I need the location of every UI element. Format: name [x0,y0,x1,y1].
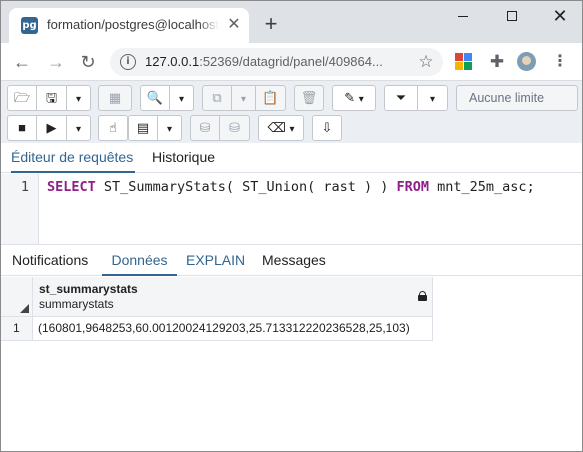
tab-history[interactable]: Historique [152,148,222,173]
result-grid: st_summarystats summarystats 1 (160801,9… [1,277,582,451]
window-close-button[interactable]: ✕ [545,5,575,27]
url-text[interactable]: 127.0.0.1:52369/datagrid/panel/409864... [145,54,403,69]
tab-notifications[interactable]: Notifications [12,251,94,276]
select-all-triangle-icon [20,304,29,313]
pgadmin-favicon-icon: pg [21,17,38,34]
tab-data[interactable]: Données [102,251,177,276]
tab-query-editor[interactable]: Éditeur de requêtes [11,148,135,173]
paste-icon[interactable]: 📋 [256,85,286,111]
find-dropdown-chevron-icon[interactable]: ▾ [170,85,194,111]
column-name: st_summarystats [39,282,138,296]
url-host: 127.0.0.1 [145,54,200,69]
filter-icon[interactable]: ⏷ [384,85,418,111]
explain-hand-icon[interactable]: ☝ [98,115,128,141]
edit-grid-icon[interactable]: ▦ [98,85,132,111]
edit-pencil-dropdown-icon[interactable]: ✎ ▾ [332,85,376,111]
browser-tab[interactable]: pg formation/postgres@localhost:54 ✕ [9,8,249,43]
navigation-bar: ← → ↻ i 127.0.0.1:52369/datagrid/panel/4… [1,43,582,81]
query-toolbar: 🗁 🖫 ▾ ▦ 🔍 ▾ ⧉ ▾ 📋 🗑 ✎ ▾ ⏷ ▾ Aucune limit… [1,81,582,143]
site-info-icon[interactable]: i [120,54,136,70]
table-cell[interactable]: (160801,9648253,60.00120024129203,25.713… [33,317,433,341]
column-type: summarystats [39,297,114,311]
address-bar[interactable]: i 127.0.0.1:52369/datagrid/panel/409864.… [110,48,443,76]
find-search-icon[interactable]: 🔍 [140,85,170,111]
sql-editor[interactable]: 1 SELECT ST_SummaryStats( ST_Union( rast… [1,174,582,244]
reload-icon[interactable]: ↻ [76,50,100,74]
row-limit-select[interactable]: Aucune limite [456,85,578,111]
lock-icon [418,291,427,301]
column-header[interactable]: st_summarystats summarystats [33,277,433,317]
clear-eraser-dropdown-icon[interactable]: ⌫ ▾ [258,115,304,141]
tab-close-icon[interactable]: ✕ [225,16,243,34]
delete-trash-icon[interactable]: 🗑 [294,85,324,111]
copy-dropdown-chevron-icon[interactable]: ▾ [232,85,256,111]
copy-icon[interactable]: ⧉ [202,85,232,111]
forward-arrow-icon[interactable]: → [44,50,68,74]
filter-dropdown-chevron-icon[interactable]: ▾ [418,85,448,111]
commit-database-icon[interactable]: ⛁ [190,115,220,141]
execute-dropdown-chevron-icon[interactable]: ▾ [67,115,91,141]
sql-keyword: FROM [396,179,430,195]
url-path: :52369/datagrid/panel/409864... [199,54,383,69]
editor-tabs: Éditeur de requêtes Historique [1,143,582,173]
stop-icon[interactable]: ■ [7,115,37,141]
line-gutter: 1 [1,174,39,244]
save-dropdown-chevron-icon[interactable]: ▾ [67,85,91,111]
extension-color-icon[interactable] [455,53,472,70]
sql-text: ST_SummaryStats( ST_Union( rast ) ) [95,179,397,195]
sql-text: mnt_25m_asc; [429,179,535,195]
browser-window: pg formation/postgres@localhost:54 ✕ + ✕… [0,0,583,452]
save-file-icon[interactable]: 🖫 [37,85,67,111]
profile-avatar[interactable] [517,52,536,71]
line-number: 1 [20,179,29,195]
download-icon[interactable]: ⇩ [312,115,342,141]
row-number[interactable]: 1 [1,317,33,341]
tab-strip: pg formation/postgres@localhost:54 ✕ + ✕ [1,1,582,43]
window-minimize-button[interactable] [448,5,478,27]
rollback-database-icon[interactable]: ⛁ [220,115,250,141]
bookmark-star-icon[interactable]: ☆ [415,51,437,73]
browser-menu-icon[interactable]: ⋮ [552,51,568,73]
tab-explain[interactable]: EXPLAIN [186,251,245,276]
new-tab-icon[interactable]: + [259,13,283,37]
tab-title: formation/postgres@localhost:54 [47,17,219,32]
extensions-puzzle-icon[interactable]: ✚ [486,51,508,73]
select-all-corner[interactable] [1,277,33,317]
result-tabs: Notifications Données EXPLAIN Messages [1,244,582,276]
explain-dropdown-chevron-icon[interactable]: ▾ [158,115,182,141]
back-arrow-icon[interactable]: ← [10,50,34,74]
explain-analyze-icon[interactable]: ▤ [128,115,158,141]
execute-play-icon[interactable]: ▶ [37,115,67,141]
tab-messages[interactable]: Messages [262,251,330,276]
open-file-icon[interactable]: 🗁 [7,85,37,111]
window-maximize-button[interactable] [497,5,527,27]
sql-code-line[interactable]: SELECT ST_SummaryStats( ST_Union( rast )… [47,179,535,195]
sql-keyword: SELECT [47,179,96,195]
